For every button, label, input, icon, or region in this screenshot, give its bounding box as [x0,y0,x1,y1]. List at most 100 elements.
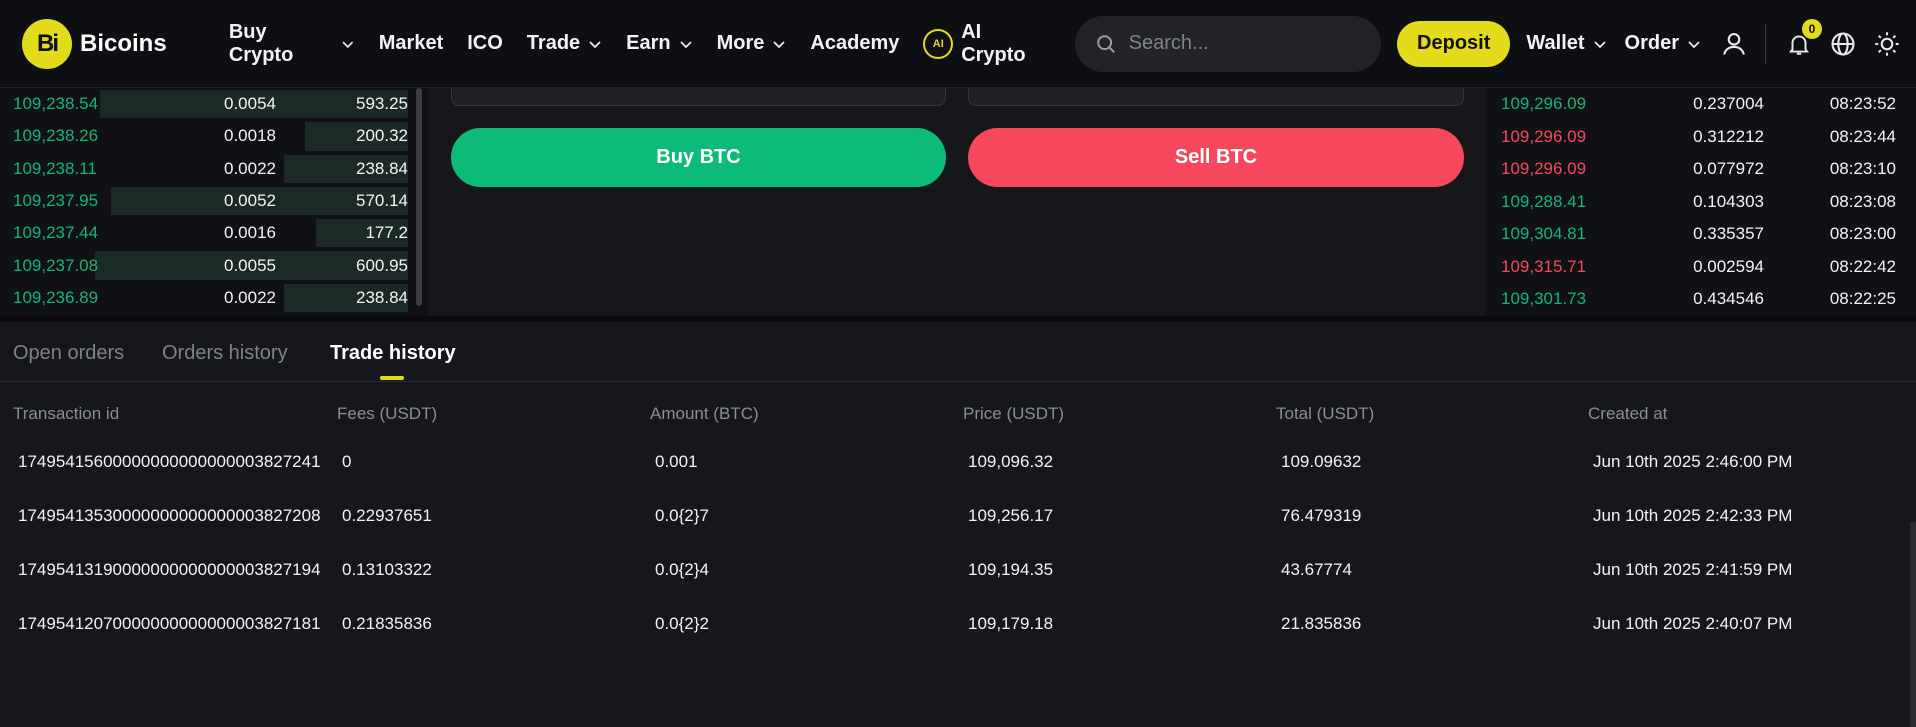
deposit-button[interactable]: Deposit [1397,20,1511,67]
table-cell: 109,256.17 [968,506,1054,525]
trade-time: 08:22:42 [1829,256,1896,276]
order-book-price: 109,237.95 [13,191,99,211]
nav-item-ai-crypto-label: AI Crypto [961,20,1026,66]
table-cell: Jun 10th 2025 2:41:59 PM [1593,560,1793,579]
table-cell: 0.13103322 [342,560,432,579]
recent-trade-row: 109,296.09 0.237004 08:23:52 [1486,88,1916,121]
nav-item-order-label: Order [1624,32,1679,54]
column-header: Total (USDT) [1276,404,1375,423]
search-input[interactable] [1128,32,1359,55]
nav-item-label: Market [378,32,444,54]
nav-item-order[interactable]: Order [1625,32,1701,55]
tab-open-orders[interactable]: Open orders [13,342,124,365]
sun-icon [1875,31,1899,56]
recent-trades: 109,296.09 0.237004 08:23:52 109,296.09 0.31… [1486,88,1916,316]
active-tab-indicator [380,376,404,380]
order-book: 109,238.54 0.0054 593.25 109,238.26 0.0018 20… [0,88,428,316]
search-icon [1096,34,1115,53]
sell-btc-button[interactable]: Sell BTC [968,128,1464,187]
tab-orders-history[interactable]: Orders history [162,342,288,365]
table-cell: Jun 10th 2025 2:46:00 PM [1593,452,1793,471]
order-book-row[interactable]: 109,238.26 0.0018 200.32 [0,120,428,152]
order-book-row[interactable]: 109,237.08 0.0055 600.95 [0,249,428,281]
trade-price: 109,301.73 [1501,289,1587,309]
table-cell: 0 [342,452,352,471]
trade-price: 109,315.71 [1501,256,1587,276]
order-book-price: 109,238.26 [13,126,99,146]
history-scrollbar[interactable] [1910,522,1916,727]
nav-item-label: ICO [467,32,503,54]
table-cell: Jun 10th 2025 2:40:07 PM [1593,614,1793,633]
order-book-amount: 0.0016 [224,223,276,243]
search-box[interactable] [1074,15,1382,72]
history-section: Open orders Orders history Trade history T… [0,322,1916,727]
nav-item-academy[interactable]: Academy [810,32,899,55]
chevron-down-icon [773,40,786,48]
nav-item-wallet-label: Wallet [1526,32,1585,54]
table-cell: 76.479319 [1281,506,1362,525]
history-tabs: Open orders Orders history Trade history [0,322,1916,382]
order-book-price: 109,237.08 [13,255,99,275]
table-cell: 109,179.18 [968,614,1054,633]
trade-time: 08:23:10 [1829,159,1896,179]
nav-item-earn[interactable]: Earn [626,32,692,55]
nav-item-more[interactable]: More [717,32,787,55]
right-nav: Wallet Order 0 [1526,18,1916,64]
recent-trade-row: 109,296.09 0.312212 08:23:44 [1486,121,1916,154]
trade-time: 08:23:08 [1829,191,1896,211]
table-cell: 43.67774 [1281,560,1352,579]
trade-amount: 0.312212 [1693,126,1764,146]
nav-item-buy-crypto[interactable]: Buy Crypto [229,21,355,67]
sell-amount-input[interactable] [968,88,1464,106]
order-book-total: 177.2 [365,223,408,243]
nav-item-ico[interactable]: ICO [467,32,503,55]
nav-item-label: More [716,32,765,54]
order-book-total: 238.84 [356,287,408,307]
table-cell: 0.22937651 [342,506,432,525]
recent-trade-row: 109,301.73 0.434546 08:22:25 [1486,283,1916,316]
user-icon [1723,32,1745,55]
order-book-row[interactable]: 109,237.44 0.0016 177.2 [0,217,428,249]
order-book-total: 238.84 [356,158,408,178]
nav-item-wallet[interactable]: Wallet [1526,32,1606,55]
order-book-price: 109,238.11 [13,158,97,178]
table-cell: 17495412070000000000000003827181 [18,614,321,633]
trade-time: 08:23:52 [1829,94,1896,114]
brand-logo[interactable]: Bi Bicoins [22,18,229,69]
user-profile-button[interactable] [1719,29,1749,59]
chevron-down-icon [342,40,354,48]
trade-amount: 0.077972 [1693,159,1764,179]
order-book-row[interactable]: 109,236.89 0.0022 238.84 [0,282,428,314]
table-cell: 0.001 [655,452,698,471]
trade-time: 08:23:00 [1829,224,1896,244]
table-cell: 109.09632 [1281,452,1362,471]
order-book-total: 570.14 [356,191,408,211]
language-button[interactable] [1828,29,1858,59]
trade-amount: 0.104303 [1693,191,1764,211]
table-cell: 0.21835836 [342,614,432,633]
top-navigation: Bi Bicoins Buy Crypto Market ICO Trade Earn M… [0,0,1916,88]
trade-price: 109,296.09 [1501,159,1587,179]
recent-trade-row: 109,304.81 0.335357 08:23:00 [1486,218,1916,251]
notifications-button[interactable]: 0 [1784,18,1822,59]
nav-item-market[interactable]: Market [379,32,443,55]
notification-count-badge: 0 [1802,18,1822,39]
buy-btc-button[interactable]: Buy BTC [451,128,946,187]
trade-price: 109,296.09 [1501,126,1587,146]
nav-item-trade[interactable]: Trade [527,32,602,55]
order-book-row[interactable]: 109,237.95 0.0052 570.14 [0,185,428,217]
recent-trade-row: 109,288.41 0.104303 08:23:08 [1486,186,1916,219]
logo-mark-icon: Bi [22,18,72,69]
nav-item-ai-crypto[interactable]: AI AI Crypto [923,21,1050,67]
tab-trade-history[interactable]: Trade history [330,342,456,365]
column-header: Created at [1588,404,1668,423]
order-book-row[interactable]: 109,238.54 0.0054 593.25 [0,88,428,120]
trade-amount: 0.434546 [1693,289,1764,309]
column-header: Amount (BTC) [650,404,759,423]
nav-item-label: Trade [526,32,581,54]
nav-item-label: Buy Crypto [228,20,294,66]
theme-toggle-button[interactable] [1872,29,1902,59]
table-cell: 109,096.32 [968,452,1054,471]
order-book-row[interactable]: 109,238.11 0.0022 238.84 [0,153,428,185]
buy-amount-input[interactable] [451,88,946,106]
